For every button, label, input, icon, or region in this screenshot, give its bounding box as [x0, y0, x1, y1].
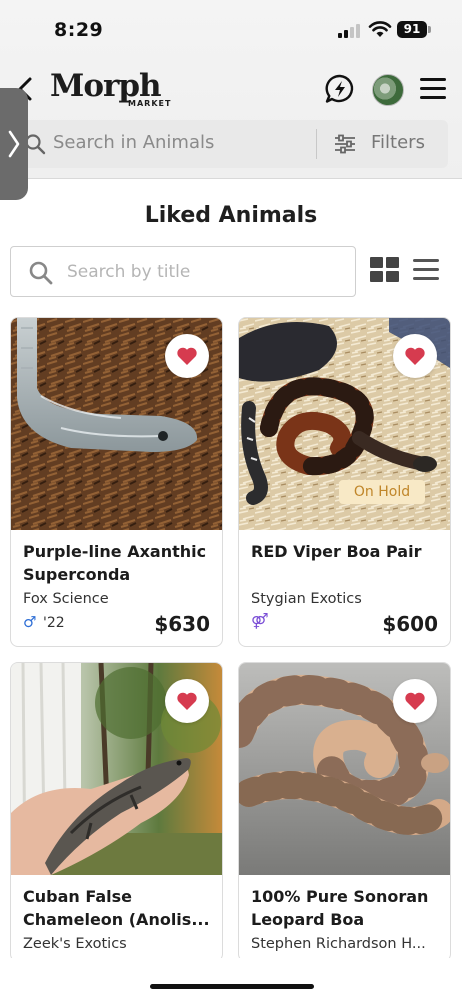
battery-tip: [428, 26, 431, 33]
cellular-signal-icon: [338, 22, 362, 38]
like-button[interactable]: [165, 679, 209, 723]
animal-card[interactable]: On Hold RED Viper Boa Pair Stygian Exoti…: [238, 317, 451, 647]
animal-price: $600: [382, 612, 438, 636]
user-avatar[interactable]: [372, 74, 404, 106]
animal-card[interactable]: 100% Pure Sonoran Leopard Boa Stephen Ri…: [238, 662, 451, 962]
status-bar: 8:29 91: [0, 0, 462, 60]
logo-subtext: MARKET: [128, 99, 172, 108]
home-indicator[interactable]: [150, 984, 314, 989]
like-button[interactable]: [393, 679, 437, 723]
list-view-icon[interactable]: [413, 259, 439, 281]
animal-card[interactable]: Cuban False Chameleon (Anolis... Zeek's …: [10, 662, 223, 962]
side-drawer-handle[interactable]: [0, 88, 28, 200]
seller-name[interactable]: Stygian Exotics: [251, 591, 437, 607]
animal-card[interactable]: Purple-line Axanthic Superconda Fox Scie…: [10, 317, 223, 647]
heart-icon: [177, 692, 197, 710]
search-icon: [29, 261, 53, 285]
battery-indicator: 91: [397, 21, 427, 38]
heart-icon: [177, 347, 197, 365]
birth-year: '22: [43, 615, 65, 631]
status-time: 8:29: [54, 19, 104, 41]
on-hold-badge: On Hold: [339, 480, 425, 504]
header-divider: [0, 178, 462, 179]
like-button[interactable]: [393, 334, 437, 378]
title-search-box[interactable]: [10, 246, 356, 297]
animal-title[interactable]: 100% Pure Sonoran Leopard Boa: [251, 885, 446, 931]
animal-title[interactable]: Purple-line Axanthic Superconda: [23, 540, 218, 586]
male-gender-icon: ♂: [23, 613, 37, 631]
animal-title[interactable]: Cuban False Chameleon (Anolis...: [23, 885, 218, 931]
search-divider: [316, 129, 317, 159]
like-button[interactable]: [165, 334, 209, 378]
filters-sliders-icon[interactable]: [334, 134, 356, 154]
heart-icon: [405, 692, 425, 710]
animal-title[interactable]: RED Viper Boa Pair: [251, 540, 446, 563]
chevron-right-icon: [8, 130, 20, 158]
title-search-input[interactable]: [67, 259, 337, 285]
messages-icon[interactable]: [324, 73, 356, 105]
animal-search-bar[interactable]: Search in Animals Filters: [14, 120, 448, 168]
pair-gender-icon: ⚤: [251, 612, 269, 630]
seller-name[interactable]: Fox Science: [23, 591, 209, 607]
morph-market-logo[interactable]: Morph MARKET: [50, 68, 170, 112]
heart-icon: [405, 347, 425, 365]
seller-name[interactable]: Stephen Richardson H...: [251, 936, 437, 952]
search-input-placeholder[interactable]: Search in Animals: [53, 132, 214, 153]
page-title: Liked Animals: [144, 203, 318, 228]
hamburger-menu-icon[interactable]: [420, 77, 448, 101]
wifi-icon: [368, 21, 392, 37]
seller-name[interactable]: Zeek's Exotics: [23, 936, 209, 952]
animal-price: $630: [154, 612, 210, 636]
grid-view-icon[interactable]: [370, 257, 400, 283]
bottom-fade: [0, 958, 462, 1000]
filters-button[interactable]: Filters: [371, 132, 425, 153]
